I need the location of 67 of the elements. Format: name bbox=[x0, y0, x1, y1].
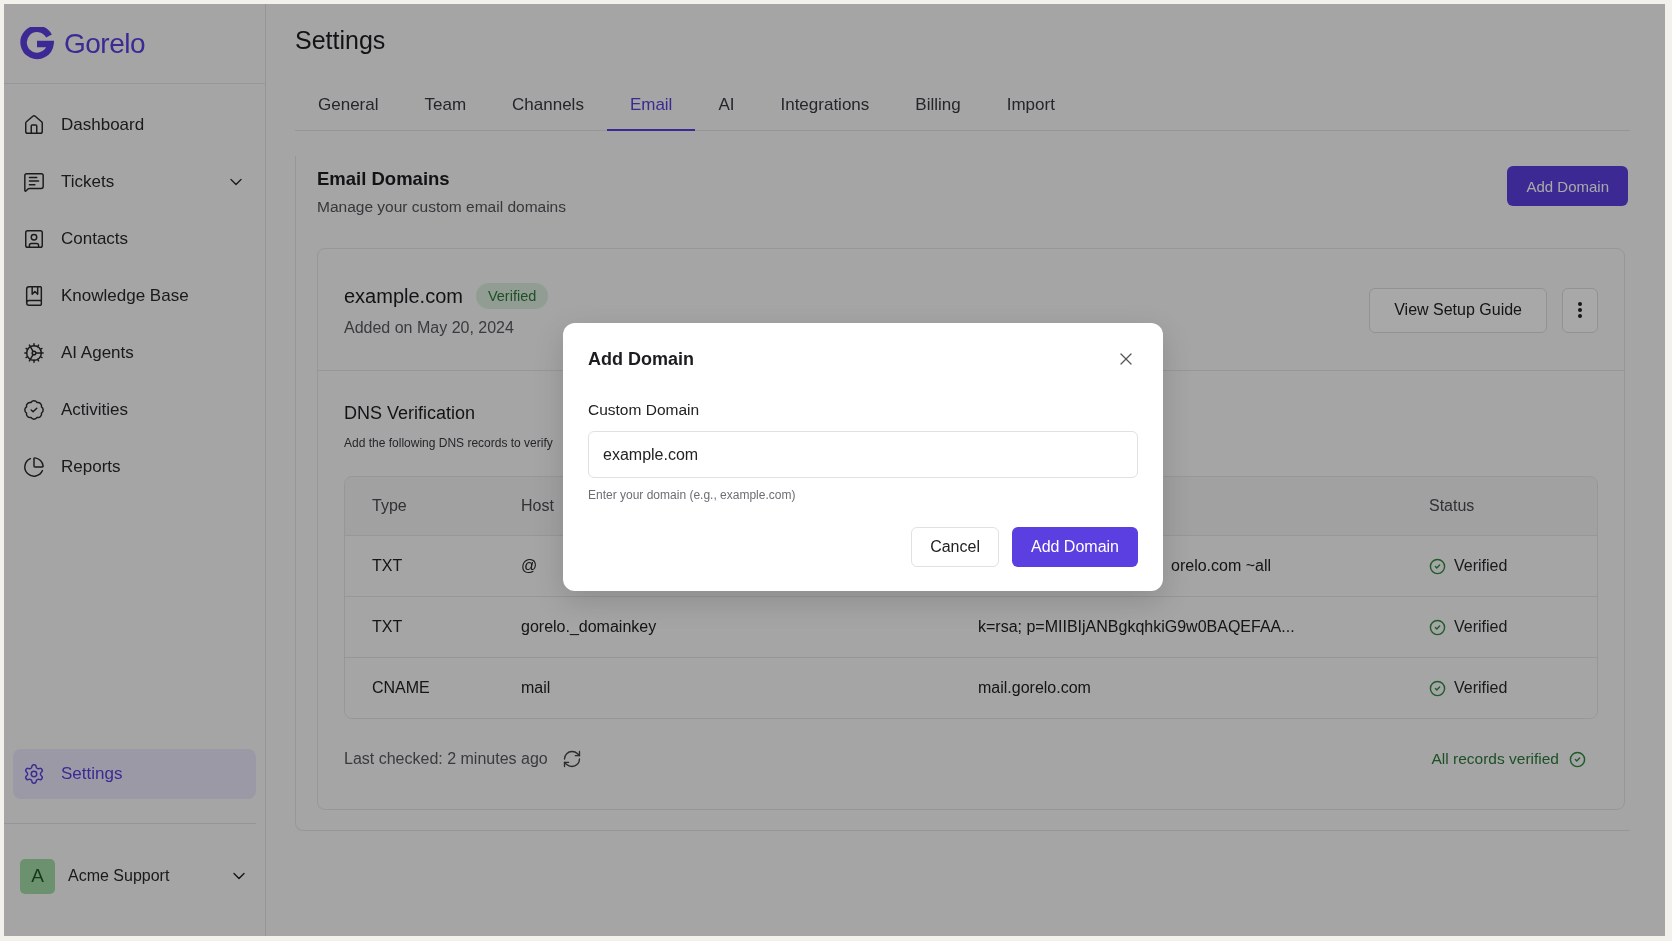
settings-tab[interactable]: Billing bbox=[892, 87, 984, 131]
verified-badge: Verified bbox=[475, 283, 549, 309]
settings-tab[interactable]: General bbox=[295, 87, 402, 131]
check-circle-icon bbox=[1429, 618, 1446, 636]
domain-input[interactable]: example.com bbox=[588, 431, 1138, 478]
cancel-button[interactable]: Cancel bbox=[911, 527, 999, 567]
table-cell-text: gorelo._domainkey bbox=[521, 618, 658, 636]
table-cell-text: mail bbox=[521, 679, 552, 697]
sidebar-item[interactable]: Reports bbox=[13, 448, 256, 486]
add-domain-button[interactable]: Add Domain bbox=[1011, 527, 1138, 567]
brand-name: Gorelo bbox=[64, 27, 146, 60]
field-hint: Enter your domain (e.g., example.com) bbox=[588, 488, 797, 502]
settings-tab[interactable]: Channels bbox=[489, 87, 607, 131]
sidebar-item[interactable]: Settings bbox=[13, 749, 256, 799]
sidebar-item[interactable]: AI Agents bbox=[13, 334, 256, 372]
section-title: Email Domains bbox=[317, 168, 451, 190]
table-cell-text: TXT bbox=[372, 557, 404, 575]
more-button[interactable] bbox=[1562, 287, 1598, 333]
column-header: Status bbox=[1429, 497, 1476, 515]
dns-title: DNS Verification bbox=[344, 403, 476, 424]
contact-card-icon bbox=[23, 228, 45, 250]
settings-tab[interactable]: AI bbox=[695, 87, 758, 131]
status-text: Verified bbox=[1454, 679, 1508, 697]
page-title: Settings bbox=[295, 26, 387, 55]
added-date: Added on May 20, 2024 bbox=[344, 319, 515, 337]
home-icon bbox=[23, 114, 45, 136]
check-circle-icon bbox=[1569, 750, 1586, 768]
check-circle-icon bbox=[1429, 679, 1446, 697]
chat-icon bbox=[23, 171, 45, 193]
table-cell-text: TXT bbox=[372, 618, 404, 636]
settings-tab[interactable]: Email bbox=[606, 87, 696, 131]
account-avatar: A bbox=[20, 858, 55, 894]
sidebar-item[interactable]: Activities bbox=[13, 391, 256, 429]
refresh-icon[interactable] bbox=[561, 749, 582, 769]
field-label: Custom Domain bbox=[588, 401, 701, 419]
last-checked-text: Last checked: 2 minutes ago bbox=[344, 750, 548, 768]
setup-guide-button[interactable]: View Setup Guide bbox=[1369, 287, 1547, 333]
table-cell: k=rsa; p=MIIBIjANBgkqhkiG9w0BAQEFAA... bbox=[978, 618, 1295, 635]
account-name[interactable]: Acme Support bbox=[68, 867, 216, 885]
pie-chart-icon bbox=[23, 456, 45, 478]
settings-tab[interactable]: Import bbox=[983, 87, 1078, 131]
domain-name: example.com bbox=[344, 284, 463, 308]
sidebar-item[interactable]: Contacts bbox=[13, 220, 256, 258]
badge-icon bbox=[23, 399, 45, 421]
add-domain-button[interactable]: Add Domain bbox=[1507, 166, 1628, 206]
kebab-icon bbox=[1578, 302, 1582, 318]
table-cell: mail.gorelo.com bbox=[978, 679, 1091, 696]
settings-tab[interactable]: Team bbox=[401, 87, 490, 131]
sidebar-item[interactable]: Tickets bbox=[13, 163, 256, 201]
sidebar-item[interactable]: Knowledge Base bbox=[13, 277, 256, 315]
status-text: Verified bbox=[1454, 557, 1508, 575]
book-icon bbox=[23, 285, 45, 307]
settings-tab[interactable]: Integrations bbox=[757, 87, 893, 131]
section-subtitle: Manage your custom email domains bbox=[317, 198, 566, 216]
column-header: Type bbox=[372, 497, 408, 515]
table-cell: orelo.com ~all bbox=[1171, 557, 1272, 574]
table-cell-text: @ bbox=[521, 557, 539, 575]
cog-icon bbox=[23, 342, 45, 364]
verification-summary: All records verified bbox=[1431, 750, 1559, 768]
sidebar-item[interactable]: Dashboard bbox=[13, 106, 256, 144]
status-text: Verified bbox=[1454, 618, 1508, 636]
settings-icon bbox=[23, 763, 45, 785]
dns-description: Add the following DNS records to verify bbox=[344, 436, 553, 450]
table-cell-text: CNAME bbox=[372, 679, 431, 697]
logo-icon bbox=[20, 26, 54, 61]
dialog-title: Add Domain bbox=[588, 348, 694, 370]
check-circle-icon bbox=[1429, 557, 1446, 575]
